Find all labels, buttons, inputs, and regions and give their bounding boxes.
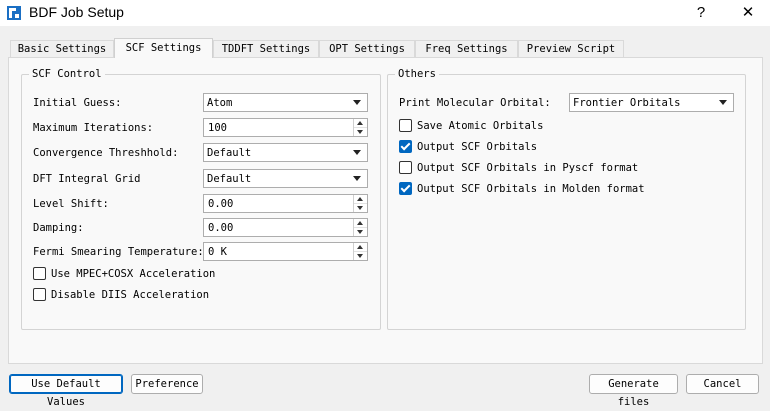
tab-freq-settings[interactable]: Freq Settings [415,40,518,57]
initial-guess-label: Initial Guess: [33,97,122,109]
cancel-button[interactable]: Cancel [686,374,759,394]
spin-down-icon[interactable] [354,203,367,212]
close-button[interactable]: ✕ [725,0,770,26]
save-atomic-checkbox[interactable] [399,119,412,132]
tab-opt-settings[interactable]: OPT Settings [319,40,415,57]
preference-button[interactable]: Preference [131,374,203,394]
spin-down-icon[interactable] [354,227,367,236]
others-group [387,74,746,330]
chevron-down-icon [719,100,727,105]
spin-up-icon[interactable] [354,195,367,203]
fermi-label: Fermi Smearing Temperature: [33,246,204,258]
print-mo-label: Print Molecular Orbital: [399,97,551,109]
spin-up-icon[interactable] [354,119,367,127]
output-scf-checkbox[interactable] [399,140,412,153]
convergence-combo[interactable]: Default [203,143,368,162]
scf-control-title: SCF Control [29,68,105,80]
tab-scf-settings[interactable]: SCF Settings [114,38,213,58]
level-shift-spinbox[interactable]: 0.00 [203,194,368,213]
spin-up-icon[interactable] [354,243,367,251]
chevron-down-icon [353,150,361,155]
damping-label: Damping: [33,222,84,234]
others-title: Others [395,68,439,80]
dft-grid-combo[interactable]: Default [203,169,368,188]
title-bar: BDF Job Setup ? ✕ [0,0,770,26]
tab-preview-script[interactable]: Preview Script [518,40,624,57]
chevron-down-icon [353,100,361,105]
mpec-label: Use MPEC+COSX Acceleration [51,268,216,280]
spin-down-icon[interactable] [354,127,367,136]
max-iterations-label: Maximum Iterations: [33,122,154,134]
print-mo-combo[interactable]: Frontier Orbitals [569,93,734,112]
use-default-values-button[interactable]: Use Default Values [9,374,123,408]
diis-checkbox[interactable] [33,288,46,301]
help-button[interactable]: ? [678,0,724,26]
spin-up-icon[interactable] [354,219,367,227]
output-molden-label: Output SCF Orbitals in Molden format [417,183,645,195]
output-pyscf-label: Output SCF Orbitals in Pyscf format [417,162,639,174]
window-title: BDF Job Setup [29,4,124,20]
generate-files-button[interactable]: Generate files [589,374,678,408]
dft-grid-label: DFT Integral Grid [33,173,141,185]
output-molden-checkbox[interactable] [399,182,412,195]
output-scf-label: Output SCF Orbitals [417,141,538,153]
mpec-checkbox[interactable] [33,267,46,280]
diis-label: Disable DIIS Acceleration [51,289,210,301]
output-pyscf-checkbox[interactable] [399,161,412,174]
max-iterations-spinbox[interactable]: 100 [203,118,368,137]
app-icon [7,6,21,20]
save-atomic-label: Save Atomic Orbitals [417,120,544,132]
fermi-spinbox[interactable]: 0 K [203,242,368,261]
initial-guess-combo[interactable]: Atom [203,93,368,112]
damping-spinbox[interactable]: 0.00 [203,218,368,237]
spin-down-icon[interactable] [354,251,367,260]
convergence-label: Convergence Threshhold: [33,147,179,159]
tab-basic-settings[interactable]: Basic Settings [10,40,114,57]
tab-tddft-settings[interactable]: TDDFT Settings [213,40,319,57]
chevron-down-icon [353,176,361,181]
level-shift-label: Level Shift: [33,198,109,210]
